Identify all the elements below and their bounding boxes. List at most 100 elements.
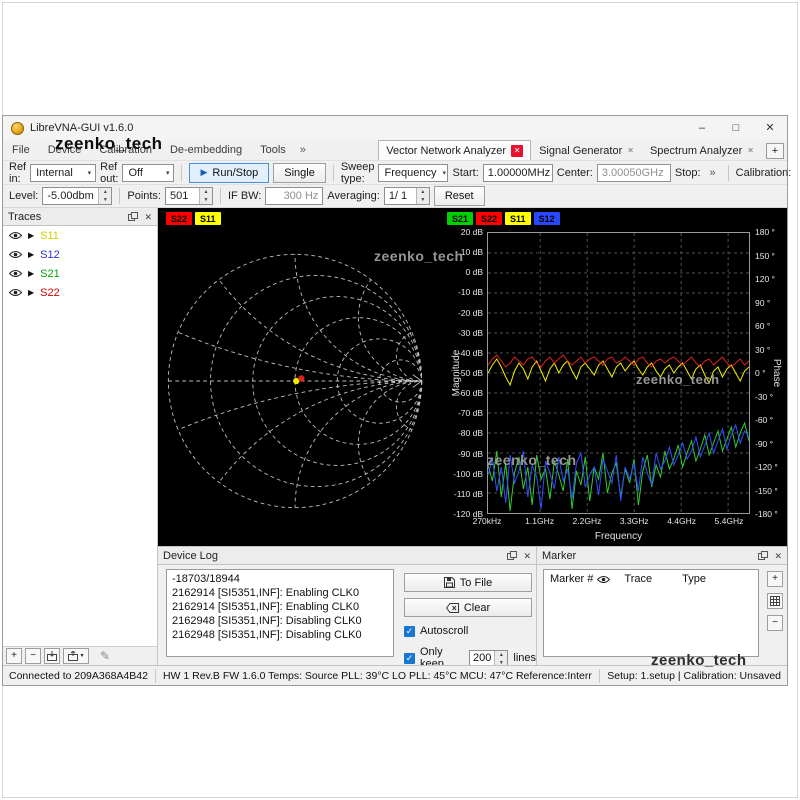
menu-tools[interactable]: Tools: [251, 140, 295, 160]
tick-label: -60 °: [755, 415, 773, 425]
ref-out-select[interactable]: Off ▾: [122, 164, 174, 182]
float-panel-icon[interactable]: [128, 212, 138, 222]
log-to-file-button[interactable]: To File: [404, 573, 532, 592]
spin-arrows-icon[interactable]: ▲▼: [416, 188, 429, 204]
tab-close-icon[interactable]: ✕: [747, 145, 754, 157]
trace-tab-s22[interactable]: S22: [476, 212, 502, 225]
level-stepper[interactable]: -5.00dbm ▲▼: [42, 187, 112, 205]
close-panel-icon[interactable]: ✕: [144, 211, 152, 223]
menu-calibration[interactable]: Calibration: [90, 140, 161, 160]
trace-play-icon[interactable]: ▶: [28, 269, 34, 278]
spin-arrows-icon[interactable]: ▲▼: [199, 188, 212, 204]
close-panel-icon[interactable]: ✕: [774, 550, 782, 562]
tab-label: Signal Generator: [539, 145, 622, 157]
eye-icon[interactable]: [9, 231, 22, 240]
status-separator: [599, 669, 600, 683]
marker-header[interactable]: Marker ✕: [537, 547, 787, 565]
center-input[interactable]: 3.00050GHz: [597, 164, 671, 182]
only-keep-checkbox[interactable]: ✓: [404, 653, 415, 664]
import-trace-button[interactable]: [44, 648, 60, 664]
traces-panel-header[interactable]: Traces ✕: [3, 208, 157, 226]
menu-file[interactable]: File: [3, 140, 39, 160]
points-value: 501: [166, 188, 192, 204]
add-trace-button[interactable]: +: [6, 648, 22, 664]
marker-trace-column: Trace: [624, 573, 652, 585]
traces-panel-title: Traces: [8, 211, 41, 223]
trace-play-icon[interactable]: ▶: [28, 250, 34, 259]
log-clear-button[interactable]: Clear: [404, 598, 532, 617]
run-stop-button[interactable]: ▶ Run/Stop: [189, 163, 269, 183]
add-marker-button[interactable]: +: [767, 571, 783, 587]
trace-label[interactable]: S22: [40, 287, 60, 299]
tick-label: 90 °: [755, 298, 770, 308]
close-panel-icon[interactable]: ✕: [523, 550, 531, 562]
ifbw-input[interactable]: 300 Hz: [265, 187, 323, 205]
sweep-type-select[interactable]: Frequency ▾: [378, 164, 448, 182]
log-line: -18703/18944: [172, 572, 388, 586]
clear-label: Clear: [464, 602, 490, 614]
toolbar-separator: [728, 165, 729, 181]
smith-chart[interactable]: [162, 248, 428, 514]
close-button[interactable]: ✕: [753, 116, 787, 140]
menu-device[interactable]: Device: [39, 140, 91, 160]
autoscroll-checkbox[interactable]: ✓: [404, 626, 415, 637]
menu-de-embedding[interactable]: De-embedding: [161, 140, 251, 160]
smith-trace-tabs: S22 S11: [166, 212, 221, 225]
minimize-button[interactable]: –: [685, 116, 719, 140]
averaging-stepper[interactable]: 1/ 1 ▲▼: [384, 187, 430, 205]
tab-close-icon[interactable]: ✕: [627, 145, 634, 157]
device-log-header[interactable]: Device Log ✕: [158, 547, 536, 565]
trace-row[interactable]: ▶ S21: [3, 264, 157, 283]
trace-tab-s11[interactable]: S11: [505, 212, 531, 225]
keep-lines-stepper[interactable]: 200 ▲▼: [469, 650, 508, 667]
eye-icon[interactable]: [9, 269, 22, 278]
trace-row[interactable]: ▶ S12: [3, 245, 157, 264]
trace-tab-s12[interactable]: S12: [534, 212, 560, 225]
eye-icon[interactable]: [9, 288, 22, 297]
mag-plot[interactable]: [487, 232, 750, 514]
remove-trace-button[interactable]: −: [25, 648, 41, 664]
tab-spectrum-analyzer[interactable]: Spectrum Analyzer ✕: [642, 140, 762, 160]
marker-table[interactable]: Marker # Trace Type: [543, 569, 759, 657]
center-label: Center:: [557, 167, 593, 179]
eye-icon[interactable]: [9, 250, 22, 259]
edit-trace-button[interactable]: ✎: [100, 649, 110, 663]
points-stepper[interactable]: 501 ▲▼: [165, 187, 213, 205]
add-tab-button[interactable]: +: [766, 143, 784, 159]
ref-in-select[interactable]: Internal ▾: [30, 164, 96, 182]
level-value: -5.00dbm: [43, 188, 97, 204]
magnitude-chart-panel[interactable]: S21 S22 S11 S12 Magnitude 20 dB10 dB0 dB…: [441, 208, 787, 546]
menu-overflow-chevron[interactable]: »: [295, 144, 311, 156]
trace-tab-s11[interactable]: S11: [195, 212, 221, 225]
save-icon: [444, 577, 455, 588]
title-bar[interactable]: LibreVNA-GUI v1.6.0 – □ ✕: [3, 116, 787, 140]
device-log-list[interactable]: -18703/18944 2162914 [SI5351,INF]: Enabl…: [166, 569, 394, 657]
tick-label: 120 °: [755, 274, 775, 284]
start-input[interactable]: 1.00000MHz: [483, 164, 553, 182]
float-panel-icon[interactable]: [758, 551, 768, 561]
toolbar-overflow-chevron[interactable]: »: [705, 167, 721, 179]
spin-arrows-icon[interactable]: ▲▼: [98, 188, 111, 204]
tab-signal-generator[interactable]: Signal Generator ✕: [531, 140, 642, 160]
trace-play-icon[interactable]: ▶: [28, 288, 34, 297]
trace-tab-s21[interactable]: S21: [447, 212, 473, 225]
trace-label[interactable]: S12: [40, 249, 60, 261]
reset-button[interactable]: Reset: [434, 186, 485, 206]
toolbar-acquisition: Level: -5.00dbm ▲▼ Points: 501 ▲▼ IF BW:…: [3, 184, 787, 208]
marker-table-button[interactable]: [767, 593, 783, 609]
trace-label[interactable]: S21: [40, 268, 60, 280]
trace-tab-s22[interactable]: S22: [166, 212, 192, 225]
float-panel-icon[interactable]: [507, 551, 517, 561]
maximize-button[interactable]: □: [719, 116, 753, 140]
trace-row[interactable]: ▶ S22: [3, 283, 157, 302]
trace-play-icon[interactable]: ▶: [28, 231, 34, 240]
smith-chart-panel[interactable]: S22 S11: [158, 208, 441, 546]
trace-row[interactable]: ▶ S11: [3, 226, 157, 245]
remove-marker-button[interactable]: −: [767, 615, 783, 631]
trace-label[interactable]: S11: [40, 230, 59, 242]
single-button[interactable]: Single: [273, 163, 326, 183]
tab-close-icon[interactable]: ✕: [511, 145, 523, 157]
spin-arrows-icon[interactable]: ▲▼: [494, 651, 507, 666]
export-trace-button[interactable]: ▾: [63, 648, 89, 664]
tab-vector-network-analyzer[interactable]: Vector Network Analyzer ✕: [378, 140, 531, 160]
